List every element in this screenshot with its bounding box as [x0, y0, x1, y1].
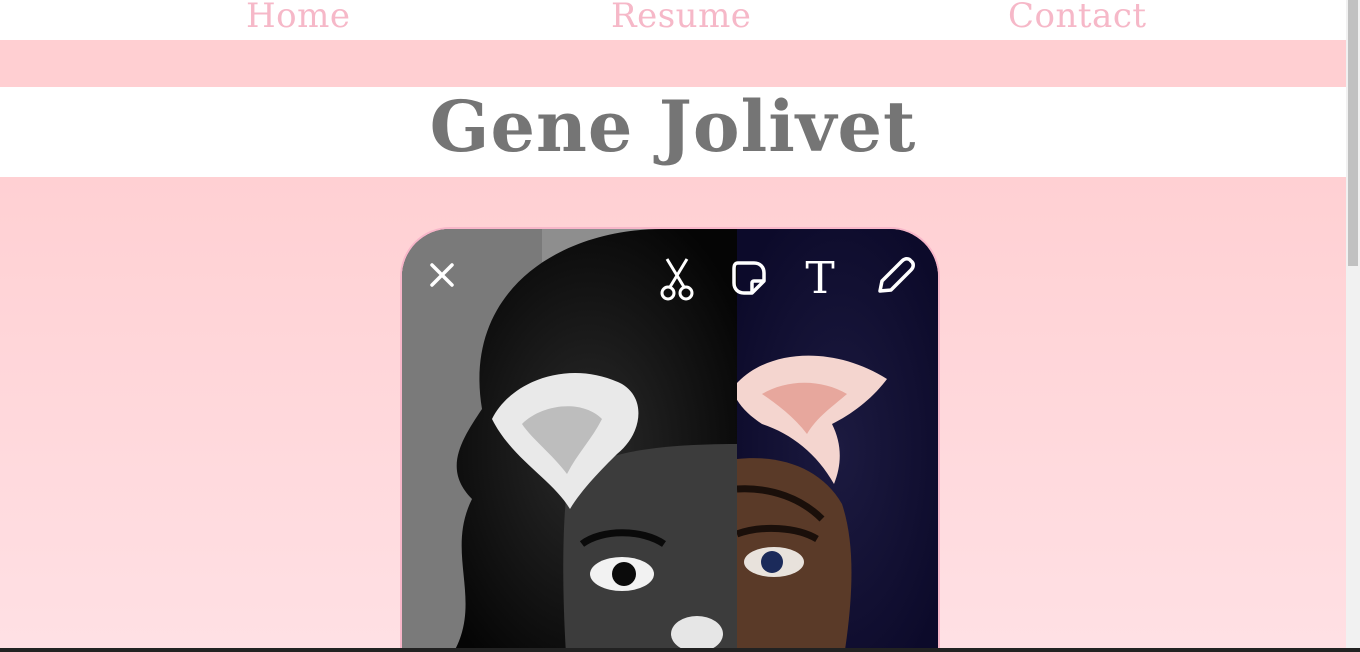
pink-band: [0, 40, 1346, 87]
photo-illustration: T: [402, 229, 938, 648]
scrollbar-thumb[interactable]: [1348, 0, 1358, 266]
page: Home Resume Contact Gene Jolivet T: [0, 0, 1346, 648]
nav-resume-link[interactable]: Resume: [611, 0, 751, 36]
svg-text:T: T: [805, 253, 834, 304]
profile-photo: T: [400, 227, 940, 648]
window-bottom-edge: [0, 648, 1360, 652]
nav-contact-link[interactable]: Contact: [1008, 0, 1147, 36]
page-title: Gene Jolivet: [429, 85, 917, 168]
text-icon[interactable]: T: [805, 253, 834, 304]
page-scrollbar[interactable]: [1346, 0, 1360, 648]
nav-home-link[interactable]: Home: [246, 0, 350, 36]
top-nav: Home Resume Contact: [0, 0, 1346, 40]
